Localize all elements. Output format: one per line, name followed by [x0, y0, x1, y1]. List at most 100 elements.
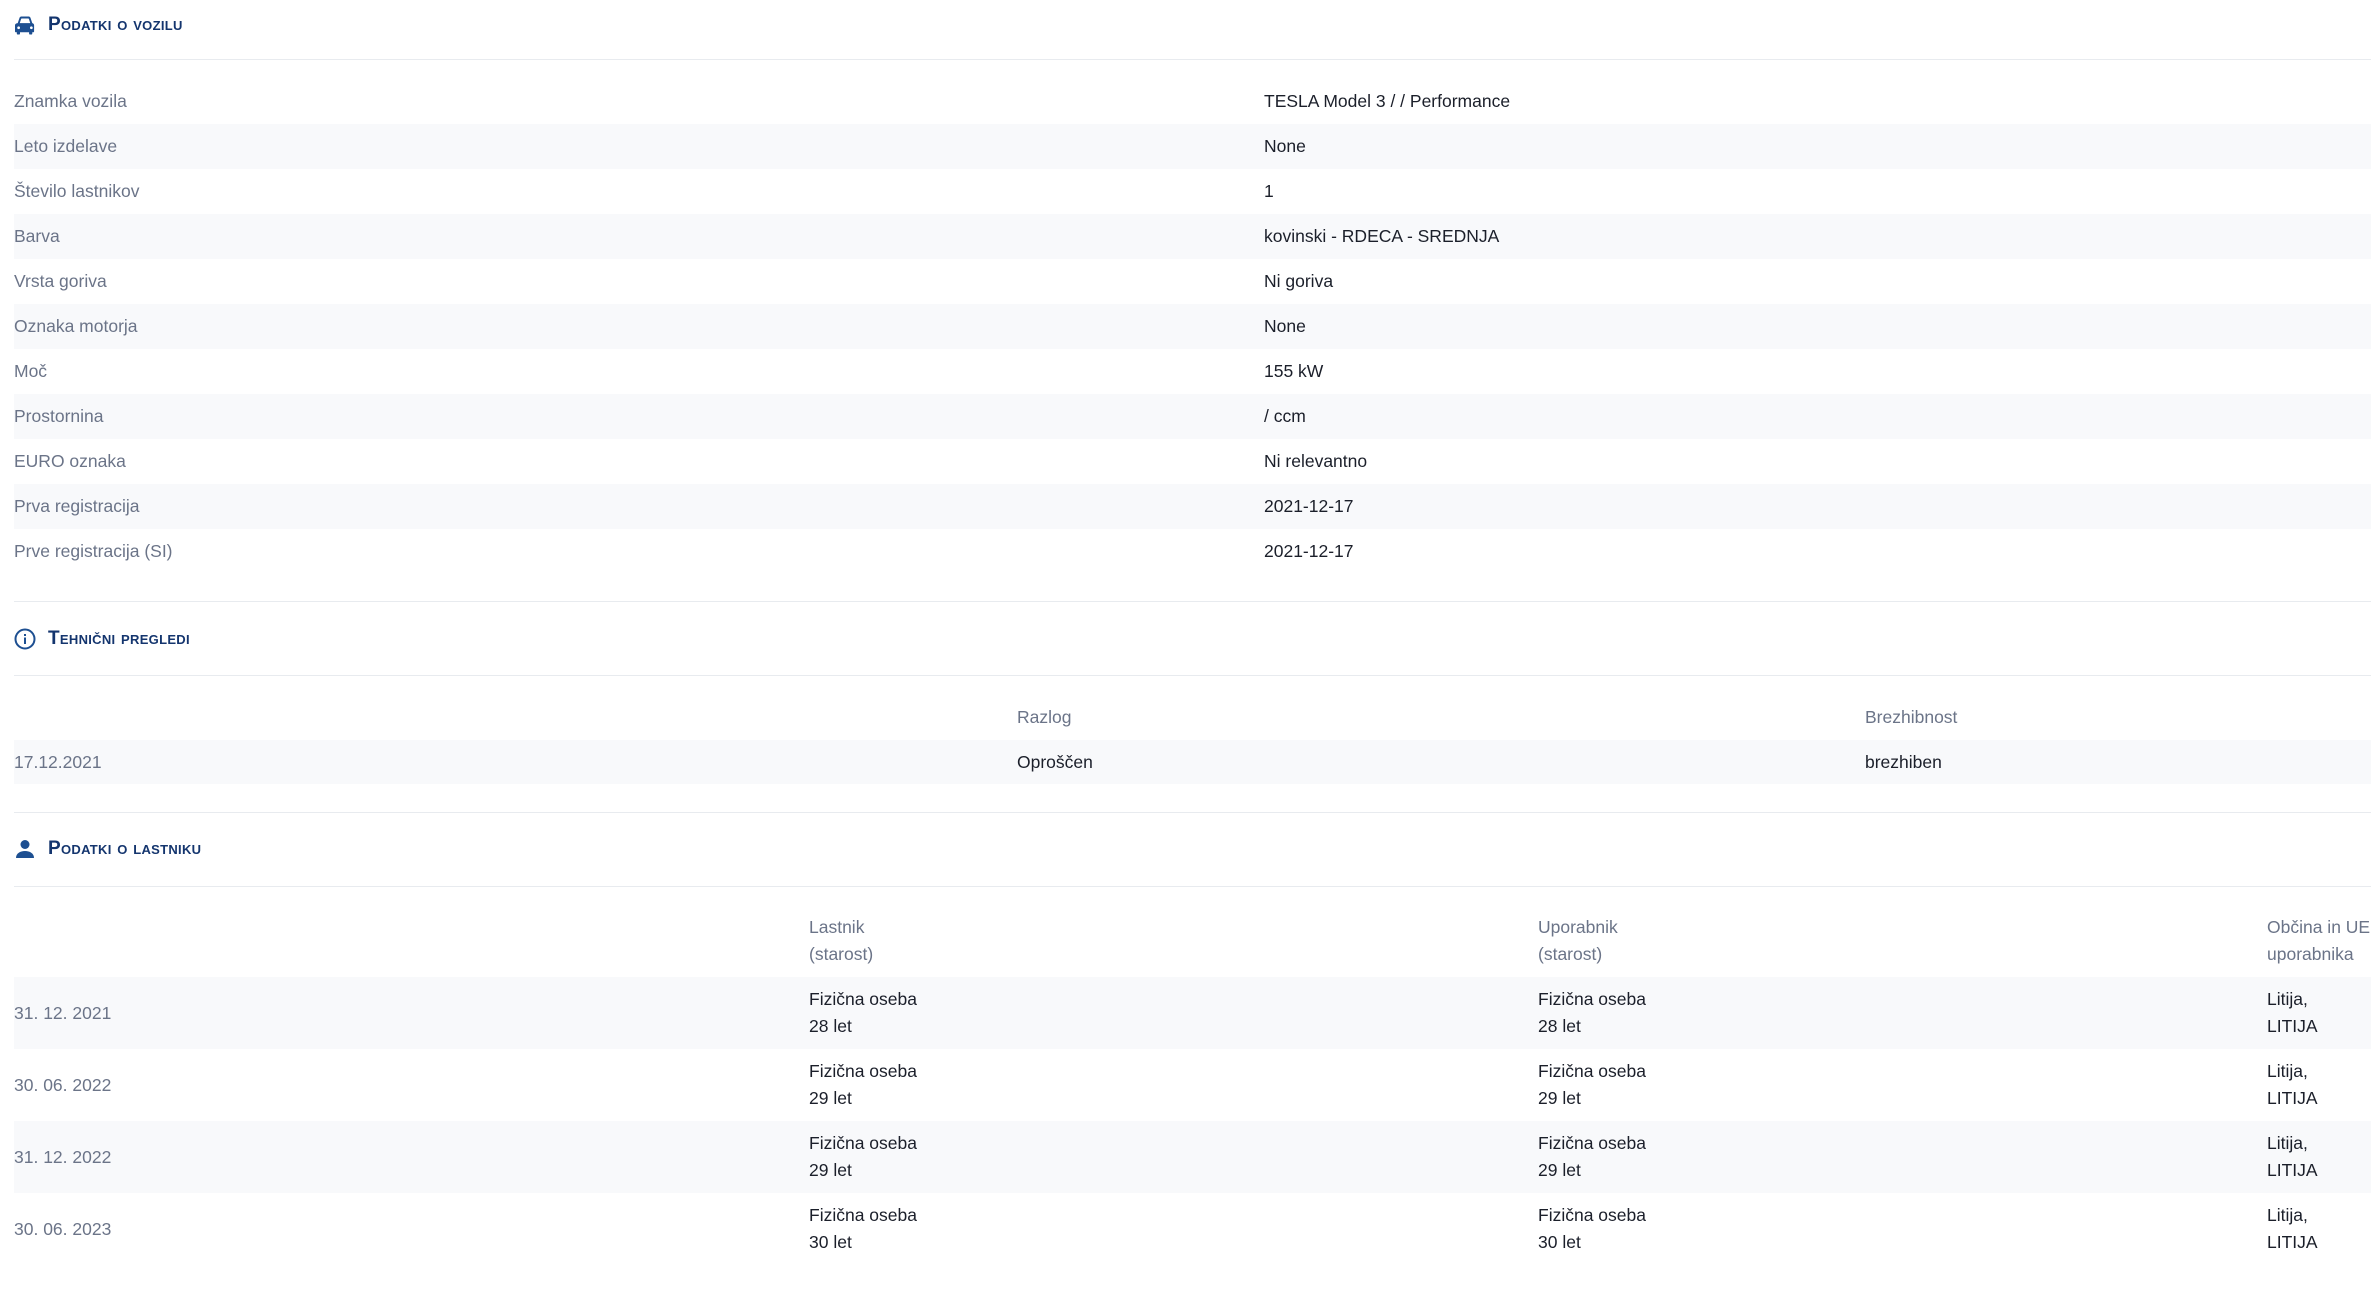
municipality-info: Litija, LITIJA	[2267, 1193, 2318, 1265]
municipality-info: Litija, LITIJA	[2267, 1049, 2318, 1121]
owner-column-header: Lastnik (starost)	[809, 911, 873, 971]
car-icon	[14, 14, 36, 36]
municipality-column-header: Občina in UE uporabnika	[2267, 911, 2370, 971]
municipality-info-line: LITIJA	[2267, 1232, 2318, 1252]
header-line: Občina in UE	[2267, 917, 2371, 937]
header-line: Lastnik	[809, 917, 865, 937]
vehicle-detail-row: Prva registracija 2021-12-17	[14, 484, 2371, 529]
municipality-info-line: Litija,	[2267, 1061, 2308, 1081]
owner-info-line: Fizična oseba	[809, 1133, 917, 1153]
owner-record-date-line: 30. 06. 2022	[14, 1074, 112, 1095]
user-info: Fizična oseba 29 let	[1538, 1121, 1646, 1193]
municipality-info-line: LITIJA	[2267, 1088, 2318, 1108]
owner-record-date-line: 30. 06. 2023	[14, 1218, 112, 1239]
header-line: uporabnika	[2267, 944, 2354, 964]
detail-value: kovinski - RDECA - SREDNJA	[1264, 226, 1500, 246]
inspection-date: 17.12.2021	[14, 751, 102, 772]
detail-label: Oznaka motorja	[14, 316, 138, 336]
municipality-info-line: Litija,	[2267, 989, 2308, 1009]
table-row: 31. 12. 2021 Fizična oseba 28 let Fizična o…	[14, 977, 2371, 1049]
vehicle-detail-row: Znamka vozila TESLA Model 3 / / Performan…	[14, 79, 2371, 124]
detail-label: Leto izdelave	[14, 136, 118, 156]
vehicle-detail-row: Oznaka motorja None	[14, 304, 2371, 349]
detail-label: Število lastnikov	[14, 181, 140, 201]
info-circle-icon	[14, 628, 36, 650]
table-row: 30. 06. 2022 Fizična oseba 29 let Fizična o…	[14, 1049, 2371, 1121]
detail-label: Moč	[14, 361, 48, 381]
owner-info: Fizična oseba 28 let	[809, 977, 917, 1049]
owner-info-line: Fizična oseba	[809, 989, 917, 1009]
owner-info: Fizična oseba 30 let	[809, 1193, 917, 1265]
detail-value: 2021-12-17	[1264, 541, 1354, 561]
section-title: Tehnični pregledi	[48, 628, 190, 649]
inspections-section-header: Tehnični pregledi	[14, 626, 190, 652]
user-info-line: 29 let	[1538, 1088, 1581, 1108]
vehicle-report-page: Podatki o vozilu Znamka vozila TESLA Mode…	[0, 0, 2371, 1289]
detail-label: EURO oznaka	[14, 451, 126, 471]
user-column-header: Uporabnik (starost)	[1538, 911, 1618, 971]
table-row: 30. 06. 2023 Fizična oseba 30 let Fizična o…	[14, 1193, 2371, 1265]
municipality-info-line: LITIJA	[2267, 1160, 2318, 1180]
owner-info-line: 28 let	[809, 1016, 852, 1036]
user-info-line: 30 let	[1538, 1232, 1581, 1252]
vehicle-section-header: Podatki o vozilu	[14, 12, 183, 38]
detail-label: Prva registracija	[14, 496, 140, 516]
user-info: Fizična oseba 29 let	[1538, 1049, 1646, 1121]
section-title: Podatki o vozilu	[48, 14, 183, 35]
owner-record-date: 31. 12. 2021	[14, 977, 111, 1049]
detail-label: Prostornina	[14, 406, 104, 426]
header-line: (starost)	[1538, 944, 1603, 964]
detail-label: Prve registracija (SI)	[14, 541, 173, 561]
detail-label: Znamka vozila	[14, 91, 127, 111]
divider	[14, 601, 2371, 602]
detail-label: Vrsta goriva	[14, 271, 107, 291]
table-row: 17.12.2021 Oproščen brezhiben	[14, 740, 2371, 784]
divider	[14, 675, 2371, 676]
condition-column-header: Brezhibnost	[1865, 706, 1958, 727]
owner-info-line: 30 let	[809, 1232, 852, 1252]
vehicle-detail-row: Barva kovinski - RDECA - SREDNJA	[14, 214, 2371, 259]
vehicle-detail-row: Prostornina / ccm	[14, 394, 2371, 439]
owner-info-line: 29 let	[809, 1088, 852, 1108]
user-info-line: Fizična oseba	[1538, 1061, 1646, 1081]
owner-record-date-line: 31. 12. 2022	[14, 1146, 112, 1167]
owner-info-line: Fizična oseba	[809, 1061, 917, 1081]
detail-value: 155 kW	[1264, 361, 1324, 381]
owner-record-date: 30. 06. 2022	[14, 1049, 111, 1121]
user-info-line: Fizična oseba	[1538, 989, 1646, 1009]
detail-value: / ccm	[1264, 406, 1306, 426]
vehicle-detail-row: Vrsta goriva Ni goriva	[14, 259, 2371, 304]
owners-table-header: Lastnik (starost) Uporabnik (starost) Ob…	[14, 911, 2371, 971]
user-info: Fizična oseba 28 let	[1538, 977, 1646, 1049]
section-title: Podatki o lastniku	[48, 838, 202, 859]
vehicle-detail-row: EURO oznaka Ni relevantno	[14, 439, 2371, 484]
user-info-line: Fizična oseba	[1538, 1205, 1646, 1225]
header-line: (starost)	[809, 944, 874, 964]
municipality-info-line: Litija,	[2267, 1133, 2308, 1153]
owner-info-line: 29 let	[809, 1160, 852, 1180]
user-info: Fizična oseba 30 let	[1538, 1193, 1646, 1265]
divider	[14, 59, 2371, 60]
divider	[14, 886, 2371, 887]
vehicle-detail-row: Prve registracija (SI) 2021-12-17	[14, 529, 2371, 574]
vehicle-detail-row: Moč 155 kW	[14, 349, 2371, 394]
owner-info-line: Fizična oseba	[809, 1205, 917, 1225]
owner-info: Fizična oseba 29 let	[809, 1121, 917, 1193]
owner-info: Fizična oseba 29 let	[809, 1049, 917, 1121]
detail-value: Ni goriva	[1264, 271, 1334, 291]
owners-section-header: Podatki o lastniku	[14, 836, 201, 862]
owner-record-date-line: 31. 12. 2021	[14, 1002, 112, 1023]
inspection-condition: brezhiben	[1865, 751, 1942, 772]
divider	[14, 812, 2371, 813]
detail-value: None	[1264, 316, 1306, 336]
vehicle-detail-row: Leto izdelave None	[14, 124, 2371, 169]
inspections-table-header: Razlog Brezhibnost	[14, 696, 2371, 738]
table-row: 31. 12. 2022 Fizična oseba 29 let Fizična o…	[14, 1121, 2371, 1193]
user-info-line: 28 let	[1538, 1016, 1581, 1036]
municipality-info: Litija, LITIJA	[2267, 1121, 2318, 1193]
reason-column-header: Razlog	[1017, 706, 1072, 727]
detail-value: 2021-12-17	[1264, 496, 1354, 516]
detail-label: Barva	[14, 226, 60, 246]
detail-value: None	[1264, 136, 1306, 156]
vehicle-detail-row: Število lastnikov 1	[14, 169, 2371, 214]
